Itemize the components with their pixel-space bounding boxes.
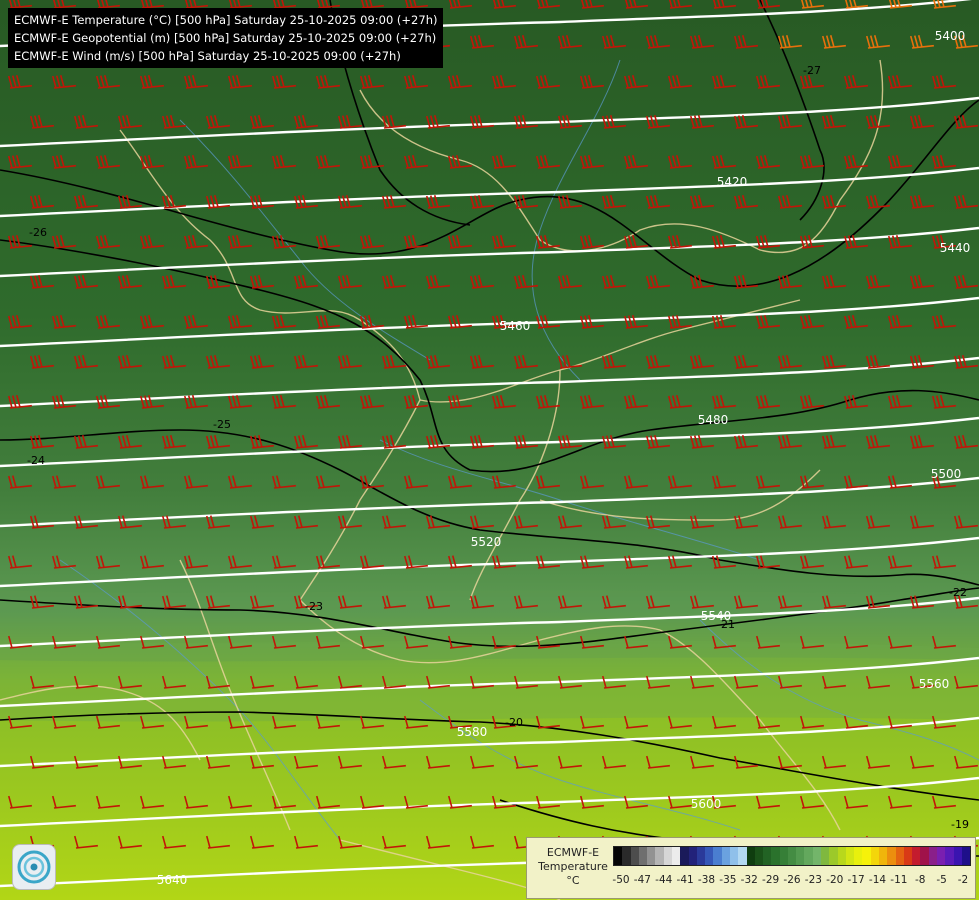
- legend-swatch: [903, 847, 913, 865]
- legend-color-bar: [613, 846, 971, 866]
- weather-map-view: 5400 5420 5440 5460 5480 5500 5520 5540 5560 5580…: [0, 0, 979, 900]
- legend-tick: -50: [612, 874, 630, 886]
- legend-swatch: [787, 847, 797, 865]
- legend-tick: -11: [890, 874, 908, 886]
- geopotential-label: 5560: [919, 677, 950, 691]
- legend-tick: -5: [936, 874, 947, 886]
- isotherm-label: -26: [29, 226, 47, 239]
- legend-tick: -17: [847, 874, 865, 886]
- geopotential-label: 5580: [457, 725, 488, 739]
- legend-label: ECMWF-E Temperature °C: [533, 846, 613, 888]
- legend-swatch: [688, 847, 697, 865]
- legend-swatch: [870, 847, 879, 865]
- legend-swatch: [771, 847, 780, 865]
- legend-swatch: [713, 847, 722, 865]
- isotherm-label: -20: [505, 716, 523, 729]
- legend-swatch: [630, 847, 639, 865]
- legend-tick: -8: [915, 874, 926, 886]
- legend-swatch: [680, 847, 689, 865]
- legend-tick: -14: [868, 874, 887, 886]
- legend-tick: -35: [719, 874, 737, 886]
- legend-tick: -32: [740, 874, 758, 886]
- legend-swatch: [854, 847, 863, 865]
- isotherm-label: -22: [949, 586, 967, 599]
- legend-tick: -20: [826, 874, 844, 886]
- legend-swatch: [862, 847, 871, 865]
- legend-swatch: [845, 847, 855, 865]
- geopotential-label: 5400: [935, 29, 966, 43]
- geopotential-label: 5520: [471, 535, 502, 549]
- legend-swatch: [705, 847, 714, 865]
- legend-swatch: [837, 847, 846, 865]
- legend-swatch: [887, 847, 896, 865]
- legend-swatch: [953, 847, 962, 865]
- legend-tick: -47: [633, 874, 651, 886]
- legend-swatch: [663, 847, 672, 865]
- legend-swatch: [812, 847, 822, 865]
- legend-swatch: [895, 847, 904, 865]
- legend-swatch: [614, 847, 623, 865]
- ecmwf-logo-icon: [12, 844, 56, 890]
- legend-tick: -41: [676, 874, 694, 886]
- map-title-box: ECMWF-E Temperature (°C) [500 hPa] Satur…: [8, 8, 444, 68]
- isotherm-label: -25: [213, 418, 231, 431]
- legend-tick: -2: [957, 874, 969, 886]
- temperature-legend: ECMWF-E Temperature °C -50 -47 -44 -41 -38 -3…: [526, 837, 976, 899]
- legend-swatch: [738, 847, 747, 865]
- legend-swatch: [729, 847, 739, 865]
- legend-tick: -38: [697, 874, 716, 886]
- legend-swatch: [928, 847, 937, 865]
- geopotential-label: 5500: [931, 467, 962, 481]
- legend-tick: -23: [804, 874, 822, 886]
- legend-swatch: [763, 847, 772, 865]
- geopotential-label: 5460: [500, 319, 531, 333]
- legend-swatch: [920, 847, 929, 865]
- weather-map-canvas: 5400542054405460548055005520554055605580…: [0, 0, 979, 900]
- legend-swatch: [647, 847, 656, 865]
- legend-swatch: [879, 847, 888, 865]
- legend-ticks: -50 -47 -44 -41 -38 -35 -32 -29 -26 -23 -20 -17 -14-…: [612, 874, 971, 888]
- legend-swatch: [945, 847, 954, 865]
- legend-variable: Temperature: [538, 860, 608, 873]
- title-geopotential: ECMWF-E Geopotential (m) [500 hPa] Satur…: [14, 31, 437, 45]
- legend-swatch: [821, 847, 830, 865]
- isotherm-label: -24: [27, 454, 45, 467]
- title-temperature: ECMWF-E Temperature (°C) [500 hPa] Satur…: [14, 13, 438, 27]
- legend-swatch: [622, 847, 631, 865]
- temperature-field: [0, 0, 979, 900]
- isotherm-label: -27: [803, 64, 821, 77]
- legend-swatch: [779, 847, 788, 865]
- legend-tick: -29: [762, 874, 780, 886]
- legend-swatch: [655, 847, 664, 865]
- legend-unit: °C: [566, 874, 580, 887]
- title-wind: ECMWF-E Wind (m/s) [500 hPa] Saturday 25…: [14, 49, 401, 63]
- legend-swatch: [721, 847, 730, 865]
- geopotential-label: 5480: [698, 413, 729, 427]
- geopotential-label: 5420: [717, 175, 748, 189]
- legend-tick: -44: [655, 874, 673, 886]
- legend-model: ECMWF-E: [546, 846, 600, 859]
- legend-swatch: [746, 847, 755, 865]
- geopotential-label: 5440: [940, 241, 971, 255]
- legend-swatch: [829, 847, 838, 865]
- legend-swatch: [754, 847, 764, 865]
- isotherm-label: -23: [305, 600, 323, 613]
- isotherm-label: -21: [717, 618, 735, 631]
- legend-swatch: [796, 847, 805, 865]
- legend-swatch: [638, 847, 648, 865]
- legend-swatch: [936, 847, 946, 865]
- geopotential-label: 5640: [157, 873, 188, 887]
- legend-swatch: [912, 847, 921, 865]
- legend-swatch: [671, 847, 681, 865]
- legend-tick: -26: [783, 874, 801, 886]
- legend-swatch: [804, 847, 813, 865]
- legend-swatch: [961, 847, 971, 865]
- legend-swatch: [696, 847, 706, 865]
- isotherm-label: -19: [951, 818, 969, 831]
- temperature-band: [0, 640, 979, 722]
- geopotential-label: 5600: [691, 797, 722, 811]
